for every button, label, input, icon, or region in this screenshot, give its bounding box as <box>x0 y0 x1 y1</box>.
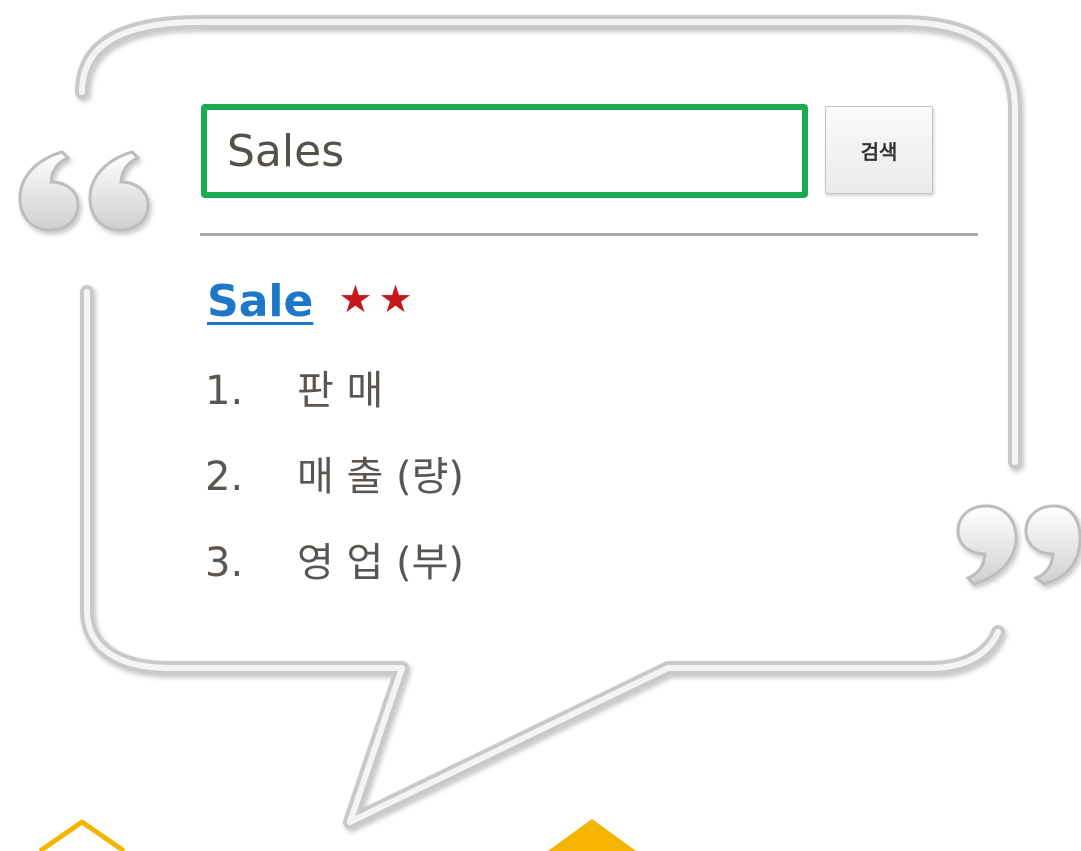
star-rating: ★★ <box>338 277 419 321</box>
search-input[interactable] <box>201 104 808 198</box>
meaning-number: 3. <box>205 540 244 586</box>
meanings-list: 1. 판 매 2. 매 출 (량) 3. 영 업 (부) <box>205 362 464 620</box>
meaning-number: 2. <box>205 454 244 500</box>
open-quote-icon <box>18 150 150 232</box>
result-header: Sale ★★ <box>207 276 419 336</box>
decoration-filled-chevron <box>548 819 636 851</box>
meaning-text: 매 출 (량) <box>297 454 465 500</box>
meaning-text: 판 매 <box>297 368 384 414</box>
headword-link[interactable]: Sale <box>207 276 313 327</box>
meaning-item: 3. 영 업 (부) <box>205 534 464 620</box>
search-button[interactable]: 검색 <box>825 106 933 194</box>
meaning-item: 2. 매 출 (량) <box>205 448 464 534</box>
close-quote-icon <box>956 504 1081 586</box>
divider <box>200 233 978 236</box>
meaning-number: 1. <box>205 368 244 414</box>
decoration-outline-chevron <box>38 819 126 851</box>
meaning-text: 영 업 (부) <box>297 540 465 586</box>
meaning-item: 1. 판 매 <box>205 362 464 448</box>
